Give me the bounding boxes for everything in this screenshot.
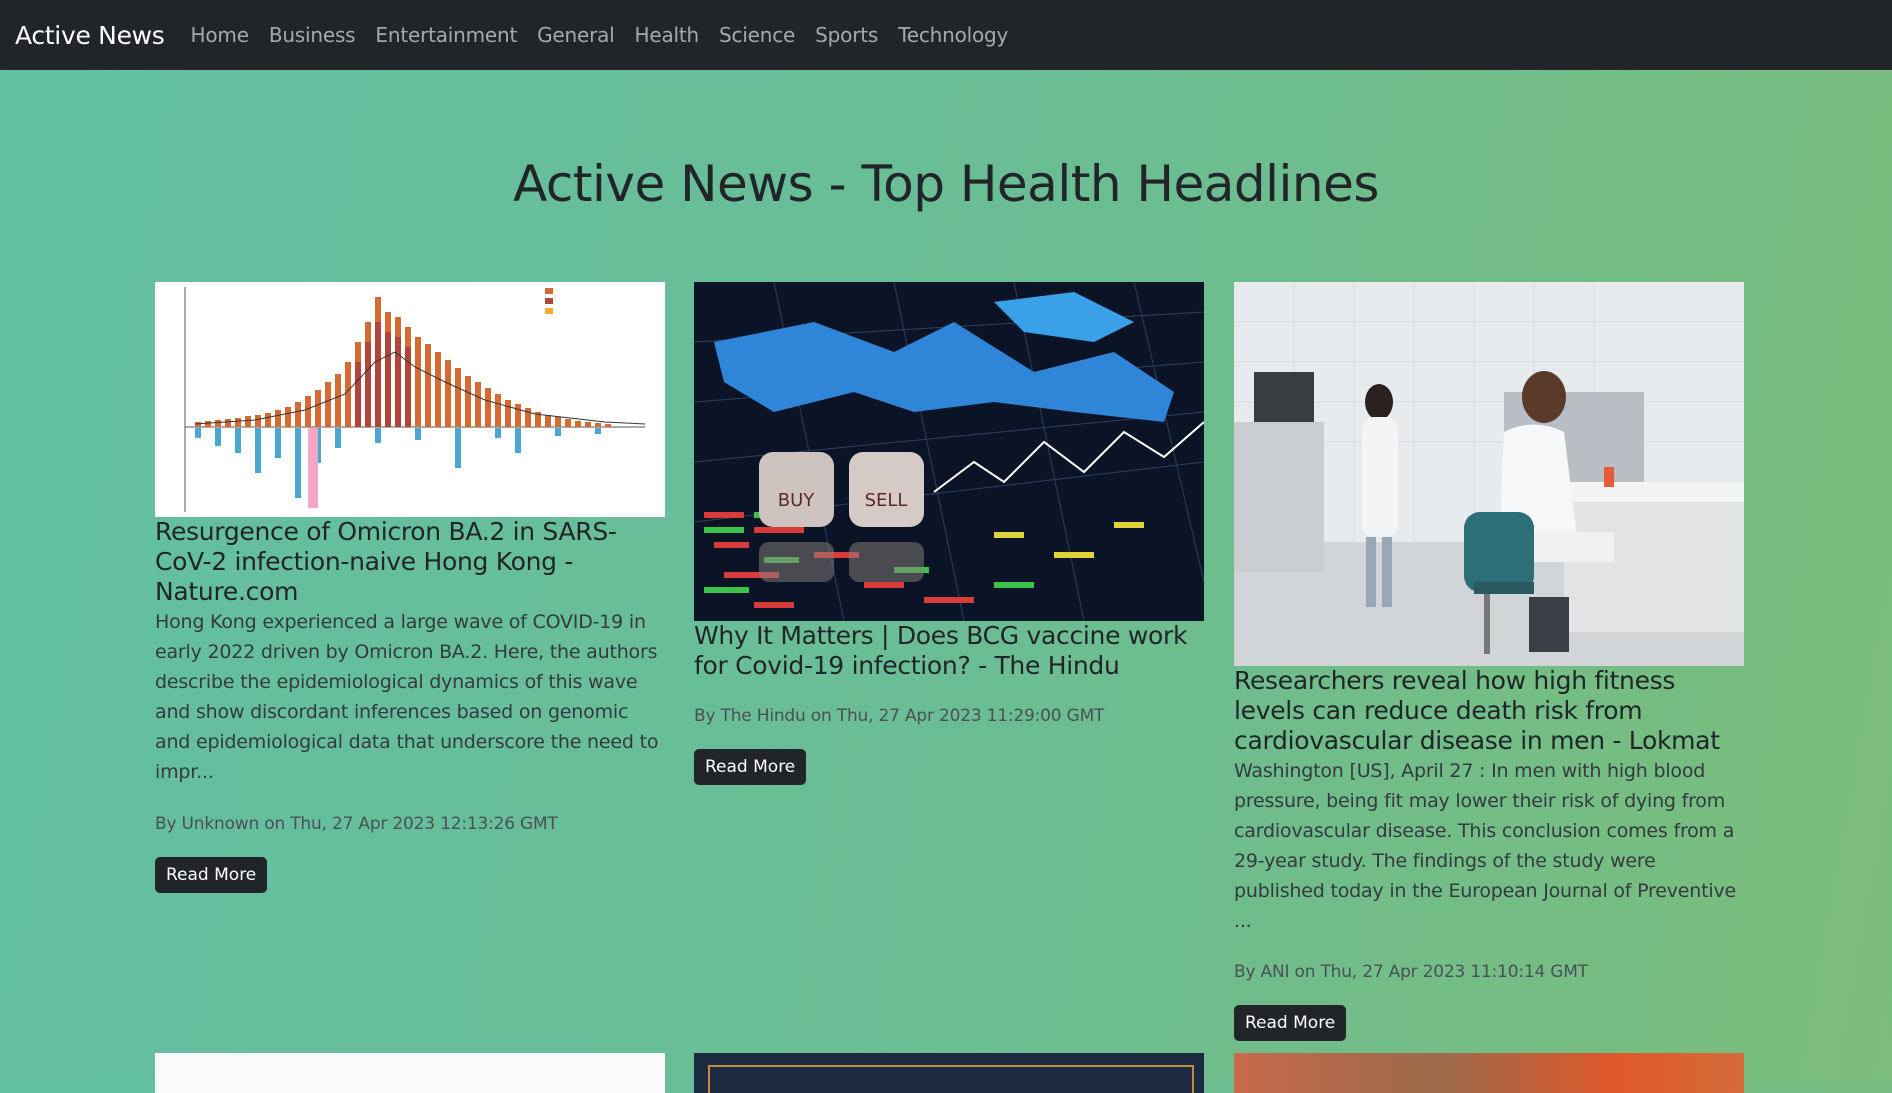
article-description: Hong Kong experienced a large wave of CO… — [155, 611, 659, 783]
stock-dice-image[interactable]: BUY SELL — [694, 282, 1204, 621]
article-card: Researchers reveal how high fitness leve… — [1234, 282, 1744, 1041]
article-title[interactable]: Resurgence of Omicron BA.2 in SARS-CoV-2… — [155, 517, 665, 607]
read-more-button[interactable]: Read More — [694, 749, 807, 785]
nav-link-home[interactable]: Home — [191, 23, 249, 47]
read-more-button[interactable]: Read More — [155, 857, 268, 893]
article-image-partial[interactable] — [155, 1053, 665, 1093]
lab-researchers-image[interactable] — [1234, 282, 1744, 666]
navbar: Active News Home Business Entertainment … — [0, 0, 1892, 70]
omicron-chart-image[interactable] — [155, 282, 665, 517]
article-card: BUY SELL Why It Matters | Does BCG vacci… — [694, 282, 1204, 785]
article-card: Resurgence of Omicron BA.2 in SARS-CoV-2… — [155, 282, 665, 893]
article-description: Washington [US], April 27 : In men with … — [1234, 760, 1736, 932]
page-title: Active News - Top Health Headlines — [513, 155, 1379, 213]
read-more-button[interactable]: Read More — [1234, 1005, 1347, 1041]
article-title[interactable]: Researchers reveal how high fitness leve… — [1234, 666, 1744, 756]
sell-dice-label: SELL — [865, 490, 908, 511]
article-meta: By The Hindu on Thu, 27 Apr 2023 11:29:0… — [694, 706, 1105, 726]
article-meta: By ANI on Thu, 27 Apr 2023 11:10:14 GMT — [1234, 962, 1588, 982]
nav-link-business[interactable]: Business — [269, 23, 356, 47]
nav-link-science[interactable]: Science — [719, 23, 795, 47]
nav-link-general[interactable]: General — [537, 23, 615, 47]
nav-link-technology[interactable]: Technology — [898, 23, 1008, 47]
article-image-partial[interactable] — [694, 1053, 1204, 1093]
article-image-partial[interactable] — [1234, 1053, 1744, 1093]
buy-dice-label: BUY — [778, 490, 816, 511]
navbar-brand[interactable]: Active News — [15, 21, 165, 50]
article-meta: By Unknown on Thu, 27 Apr 2023 12:13:26 … — [155, 814, 558, 834]
nav-link-sports[interactable]: Sports — [815, 23, 878, 47]
article-title[interactable]: Why It Matters | Does BCG vaccine work f… — [694, 621, 1204, 681]
nav-link-health[interactable]: Health — [635, 23, 700, 47]
nav-link-entertainment[interactable]: Entertainment — [375, 23, 517, 47]
